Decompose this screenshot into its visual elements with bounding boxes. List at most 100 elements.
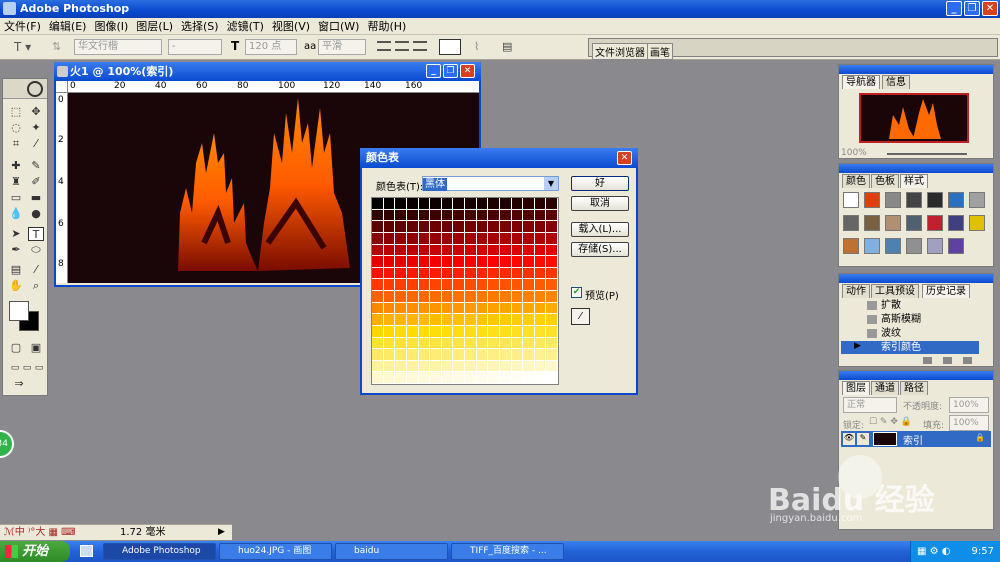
color-swatch[interactable] (395, 198, 407, 210)
color-swatch[interactable] (372, 325, 384, 338)
color-swatch[interactable] (453, 325, 465, 338)
foreground-color-swatch[interactable] (9, 301, 29, 321)
color-swatch[interactable] (372, 198, 384, 210)
style-swatch[interactable] (864, 192, 880, 208)
style-swatch[interactable] (906, 192, 922, 208)
color-swatch[interactable] (476, 244, 489, 257)
color-swatch[interactable] (441, 256, 454, 268)
color-swatch[interactable] (488, 372, 500, 384)
preview-checkbox[interactable]: ✔ (571, 287, 582, 298)
menu-layer[interactable]: 图层(L) (132, 18, 177, 35)
color-swatch[interactable] (488, 279, 500, 291)
color-swatch[interactable] (488, 244, 500, 257)
color-swatch[interactable] (465, 198, 477, 210)
color-swatch[interactable] (546, 360, 558, 373)
color-swatch[interactable] (511, 372, 524, 384)
color-swatch[interactable] (546, 198, 558, 210)
screen-mode-3-icon[interactable]: ▭ (31, 361, 47, 375)
color-swatch[interactable] (406, 209, 419, 222)
color-swatch[interactable] (406, 267, 419, 280)
color-swatch[interactable] (418, 244, 431, 257)
color-swatch[interactable] (383, 244, 396, 257)
color-swatch[interactable] (476, 349, 489, 361)
color-swatch[interactable] (430, 221, 442, 233)
color-swatch[interactable] (430, 232, 442, 245)
path-select-tool-icon[interactable]: ➤ (8, 227, 24, 241)
color-swatch[interactable] (406, 279, 419, 291)
lasso-tool-icon[interactable]: ◌ (8, 121, 24, 135)
color-swatch[interactable] (499, 372, 512, 384)
color-swatch[interactable] (534, 302, 547, 315)
color-swatch[interactable] (418, 267, 431, 280)
style-swatch[interactable] (864, 238, 880, 254)
history-item[interactable]: 波纹 (841, 327, 979, 340)
color-swatch[interactable] (523, 244, 535, 257)
stamp-tool-icon[interactable]: ♜ (8, 175, 24, 189)
color-swatch[interactable] (523, 221, 535, 233)
color-swatch[interactable] (465, 279, 477, 291)
color-swatch[interactable] (534, 279, 547, 291)
close-button[interactable]: ✕ (982, 1, 998, 16)
color-swatch[interactable] (383, 291, 396, 303)
font-family-select[interactable]: 华文行楷 (74, 39, 162, 55)
color-swatch[interactable] (383, 360, 396, 373)
color-swatch[interactable] (488, 360, 500, 373)
shape-tool-icon[interactable]: ⬭ (28, 243, 44, 257)
color-swatch[interactable] (453, 360, 465, 373)
save-button[interactable]: 存储(S)... (571, 242, 629, 257)
color-swatch[interactable] (430, 372, 442, 384)
color-swatch[interactable] (406, 360, 419, 373)
color-swatch[interactable] (418, 325, 431, 338)
blend-mode-select[interactable]: 正常 (843, 397, 897, 413)
zoom-tool-icon[interactable]: ⌕ (28, 279, 44, 293)
blur-tool-icon[interactable]: 💧 (8, 207, 24, 221)
color-swatch[interactable] (546, 232, 558, 245)
tray-icons[interactable]: ▦ ⚙ ◐ (917, 541, 951, 562)
style-swatch[interactable] (927, 238, 943, 254)
color-swatch[interactable] (465, 209, 477, 222)
color-swatch[interactable] (511, 267, 524, 280)
task-baidu-folder[interactable]: baidu (335, 543, 448, 560)
tab-layers[interactable]: 图层 (842, 381, 870, 395)
eye-icon[interactable]: 👁 (843, 433, 855, 445)
color-swatch[interactable] (383, 349, 396, 361)
color-swatch[interactable] (511, 291, 524, 303)
fill-field[interactable]: 100% (949, 415, 989, 431)
color-swatch[interactable] (499, 256, 512, 268)
color-swatch[interactable] (488, 198, 500, 210)
color-swatch[interactable] (511, 360, 524, 373)
color-swatch[interactable] (441, 349, 454, 361)
color-swatch[interactable] (476, 314, 489, 326)
color-swatch[interactable] (418, 221, 431, 233)
color-swatch[interactable] (488, 267, 500, 280)
maximize-button[interactable]: ❐ (964, 1, 980, 16)
color-swatch[interactable] (418, 232, 431, 245)
color-swatch[interactable] (383, 256, 396, 268)
color-swatch[interactable] (453, 221, 465, 233)
type-tool-icon[interactable]: T (28, 227, 44, 241)
menu-image[interactable]: 图像(I) (90, 18, 132, 35)
style-swatch[interactable] (843, 192, 859, 208)
color-swatch[interactable] (418, 198, 431, 210)
color-swatch-grid[interactable] (371, 197, 559, 385)
color-swatch[interactable] (511, 198, 524, 210)
color-swatch[interactable] (383, 372, 396, 384)
jump-to-imageready-icon[interactable]: ⇒ (11, 377, 27, 391)
color-swatch[interactable] (511, 279, 524, 291)
color-swatch[interactable] (499, 349, 512, 361)
task-photoshop[interactable]: Adobe Photoshop (103, 543, 216, 560)
doc-close-button[interactable]: ✕ (460, 64, 475, 78)
color-swatch[interactable] (476, 209, 489, 222)
color-swatch[interactable] (476, 256, 489, 268)
color-swatch[interactable] (430, 302, 442, 315)
color-swatch[interactable] (476, 325, 489, 338)
color-swatch[interactable] (465, 372, 477, 384)
color-swatch[interactable] (546, 314, 558, 326)
color-swatch[interactable] (511, 337, 524, 350)
style-swatch[interactable] (948, 192, 964, 208)
color-swatch[interactable] (372, 314, 384, 326)
tab-navigator[interactable]: 导航器 (842, 75, 880, 89)
color-swatch[interactable] (441, 198, 454, 210)
color-swatch[interactable] (441, 360, 454, 373)
color-swatch[interactable] (430, 198, 442, 210)
